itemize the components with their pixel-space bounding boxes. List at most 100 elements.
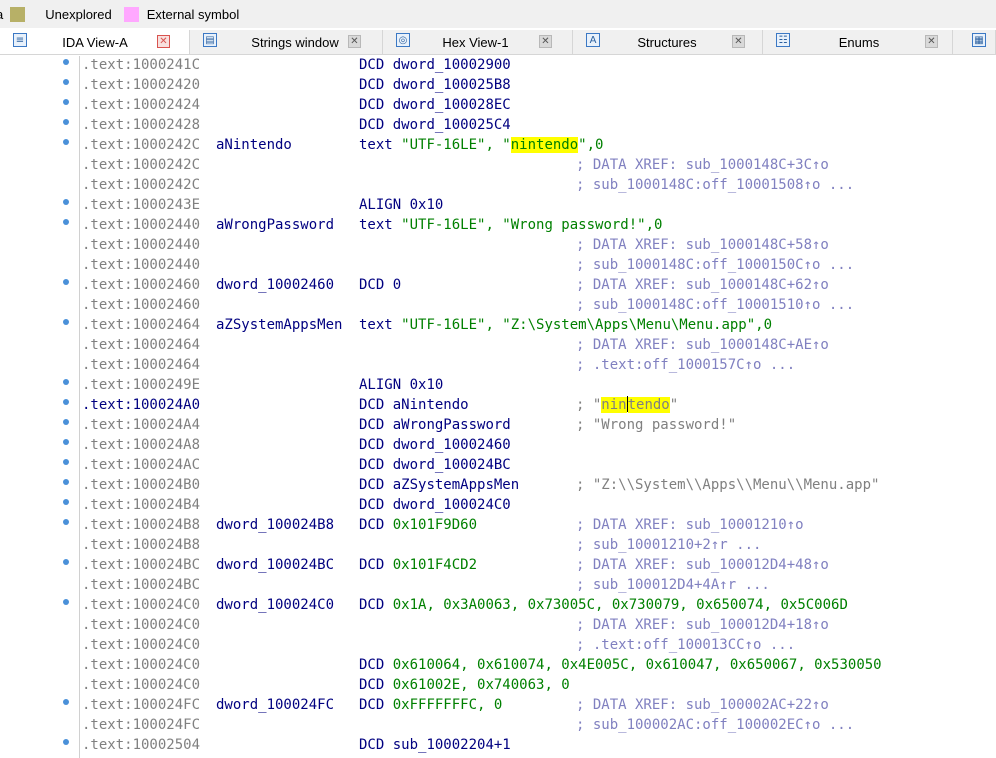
listing-line[interactable]: .text:10002464 aZSystemAppsMen text "UTF-1… [0, 315, 996, 335]
address: .text:100024C0 [82, 617, 201, 633]
instruction[interactable]: text "UTF-16LE", "nintendo",0 [359, 135, 603, 155]
listing-line[interactable]: .text:10002464 ; DATA XREF: sub_1000148C+… [0, 335, 996, 355]
ida-view-icon: ≡ [13, 33, 27, 47]
mnemonic: text [359, 137, 393, 153]
mnemonic: text [359, 317, 393, 333]
instruction[interactable]: DCD 0x1A, 0x3A0063, 0x73005C, 0x730079, … [359, 595, 848, 615]
listing-line[interactable]: .text:100024C0 ; DATA XREF: sub_100012D4+… [0, 615, 996, 635]
listing-line[interactable]: .text:100024FC dword_100024FC DCD 0xFFFFFF… [0, 695, 996, 715]
listing-line[interactable]: .text:100024BC ; sub_100012D4+4A↑r ... [0, 575, 996, 595]
listing-line[interactable]: .text:100024C0 ; .text:off_100013CC↑o ... [0, 635, 996, 655]
symbol-label[interactable]: dword_100024C0 [216, 595, 334, 615]
instruction[interactable]: DCD dword_10002460 [359, 435, 511, 455]
listing-line[interactable]: .text:100024C0 dword_100024C0 DCD 0x1A, 0x… [0, 595, 996, 615]
instruction[interactable]: DCD dword_100024BC [359, 455, 511, 475]
close-icon[interactable]: ✕ [348, 35, 361, 48]
instruction[interactable]: text "UTF-16LE", "Z:\System\Apps\Menu\Me… [359, 315, 772, 335]
listing-line[interactable]: .text:100024C0 DCD 0x610064, 0x610074, 0x… [0, 655, 996, 675]
instruction[interactable]: DCD 0xFFFFFFFC, 0 [359, 695, 502, 715]
tab-label: Strings window [251, 34, 339, 50]
instruction[interactable]: DCD dword_100024C0 [359, 495, 511, 515]
tab-hex-view-1[interactable]: ◎ Hex View-1 ✕ [383, 30, 573, 54]
operands: 0x10 [409, 197, 444, 213]
tab-bar: ≡ IDA View-A ✕ ▤ Strings window ✕ ◎ Hex View-1 ✕… [0, 30, 996, 55]
listing-line[interactable]: .text:10002440 aWrongPassword text "UTF-16… [0, 215, 996, 235]
listing-line[interactable]: .text:10002420 DCD dword_100025B8 [0, 75, 996, 95]
close-icon[interactable]: ✕ [539, 35, 552, 48]
operands: aWrongPassword [392, 417, 511, 433]
listing-line[interactable]: .text:10002424 DCD dword_100028EC [0, 95, 996, 115]
listing-line[interactable]: .text:1000243E ALIGN 0x10 [0, 195, 996, 215]
close-icon[interactable]: ✕ [925, 35, 938, 48]
instruction[interactable]: DCD 0x610064, 0x610074, 0x4E005C, 0x6100… [359, 655, 882, 675]
symbol-label[interactable]: aZSystemAppsMen [216, 315, 342, 335]
instruction[interactable]: DCD sub_10002204+1 [359, 735, 511, 755]
search-highlight: nintendo [510, 137, 579, 153]
instruction[interactable]: DCD aWrongPassword [359, 415, 511, 435]
instruction[interactable]: ALIGN 0x10 [359, 195, 443, 215]
symbol-label[interactable]: dword_100024B8 [216, 515, 334, 535]
tab-structures[interactable]: A Structures ✕ [573, 30, 763, 54]
instruction[interactable]: DCD dword_100025B8 [359, 75, 511, 95]
instruction[interactable]: DCD dword_100028EC [359, 95, 511, 115]
instruction[interactable]: DCD dword_100025C4 [359, 115, 511, 135]
symbol-label[interactable]: aNintendo [216, 135, 292, 155]
tab-ida-view-a[interactable]: ≡ IDA View-A ✕ [0, 30, 190, 54]
listing-line[interactable]: .text:10002504 DCD sub_10002204+1 [0, 735, 996, 755]
tab-overflow[interactable]: ▦ [953, 30, 996, 54]
symbol-label[interactable]: aWrongPassword [216, 215, 334, 235]
tab-enums[interactable]: ☷ Enums ✕ [763, 30, 953, 54]
operands: aZSystemAppsMen [392, 477, 520, 493]
listing-line[interactable]: .text:10002440 ; sub_1000148C:off_1000150… [0, 255, 996, 275]
xref-comment: ; DATA XREF: sub_1000148C+58↑o [576, 237, 829, 253]
close-icon[interactable]: ✕ [732, 35, 745, 48]
symbol-label[interactable]: dword_100024FC [216, 695, 334, 715]
line-marker-dot [63, 419, 69, 425]
listing-line[interactable]: .text:10002460 dword_10002460 DCD 0 ; DATA … [0, 275, 996, 295]
listing-line[interactable]: .text:10002428 DCD dword_100025C4 [0, 115, 996, 135]
listing-line[interactable]: .text:100024AC DCD dword_100024BC [0, 455, 996, 475]
mnemonic: DCD [359, 397, 385, 413]
symbol-label[interactable]: dword_10002460 [216, 275, 334, 295]
instruction[interactable]: ALIGN 0x10 [359, 375, 443, 395]
address: .text:100024BC [82, 557, 201, 573]
listing-line[interactable]: .text:100024FC ; sub_100002AC:off_100002E… [0, 715, 996, 735]
listing-line[interactable]: .text:1000249E ALIGN 0x10 [0, 375, 996, 395]
line-marker-dot [63, 379, 69, 385]
listing-line[interactable]: .text:100024A8 DCD dword_10002460 [0, 435, 996, 455]
instruction[interactable]: DCD 0 [359, 275, 401, 295]
instruction[interactable]: DCD aNintendo [359, 395, 469, 415]
listing-line[interactable]: .text:10002464 ; .text:off_1000157C↑o ... [0, 355, 996, 375]
line-marker-dot [63, 459, 69, 465]
instruction[interactable]: DCD aZSystemAppsMen [359, 475, 519, 495]
mnemonic: DCD [359, 597, 385, 613]
xref-comment: ; sub_1000148C:off_10001510↑o ... [576, 297, 855, 313]
xref-comment: ; .text:off_100013CC↑o ... [576, 637, 796, 653]
listing-line[interactable]: .text:10002460 ; sub_1000148C:off_1000151… [0, 295, 996, 315]
instruction[interactable]: DCD 0x101F9D60 [359, 515, 477, 535]
listing-line[interactable]: .text:1000242C ; sub_1000148C:off_1000150… [0, 175, 996, 195]
instruction[interactable]: DCD 0x61002E, 0x740063, 0 [359, 675, 570, 695]
tab-label: Structures [637, 34, 697, 50]
listing-line[interactable]: .text:100024C0 DCD 0x61002E, 0x740063, 0 [0, 675, 996, 695]
address: .text:100024B0 [82, 477, 201, 493]
address: .text:100024A8 [82, 437, 201, 453]
listing-line[interactable]: .text:100024B8 dword_100024B8 DCD 0x101F9D… [0, 515, 996, 535]
instruction[interactable]: DCD 0x101F4CD2 [359, 555, 477, 575]
symbol-label[interactable]: dword_100024BC [216, 555, 334, 575]
close-icon[interactable]: ✕ [157, 35, 170, 48]
listing-line[interactable]: .text:100024B8 ; sub_10001210+2↑r ... [0, 535, 996, 555]
listing-line[interactable]: .text:1000241C DCD dword_10002900 [0, 55, 996, 75]
listing-line[interactable]: .text:100024A4 DCD aWrongPassword ; "Wrong… [0, 415, 996, 435]
listing-line[interactable]: .text:10002440 ; DATA XREF: sub_1000148C+… [0, 235, 996, 255]
listing-line[interactable]: .text:100024BC dword_100024BC DCD 0x101F4C… [0, 555, 996, 575]
disassembly-listing[interactable]: .text:1000241C DCD dword_10002900 .text:10… [0, 56, 996, 758]
listing-line[interactable]: .text:1000242C aNintendo text "UTF-16LE", … [0, 135, 996, 155]
instruction[interactable]: text "UTF-16LE", "Wrong password!",0 [359, 215, 662, 235]
instruction[interactable]: DCD dword_10002900 [359, 55, 511, 75]
listing-line[interactable]: .text:100024B0 DCD aZSystemAppsMen ; "Z:\\… [0, 475, 996, 495]
listing-line[interactable]: .text:100024A0 DCD aNintendo ; "nintendo" [0, 395, 996, 415]
listing-line[interactable]: .text:1000242C ; DATA XREF: sub_1000148C+… [0, 155, 996, 175]
listing-line[interactable]: .text:100024B4 DCD dword_100024C0 [0, 495, 996, 515]
tab-strings-window[interactable]: ▤ Strings window ✕ [190, 30, 383, 54]
